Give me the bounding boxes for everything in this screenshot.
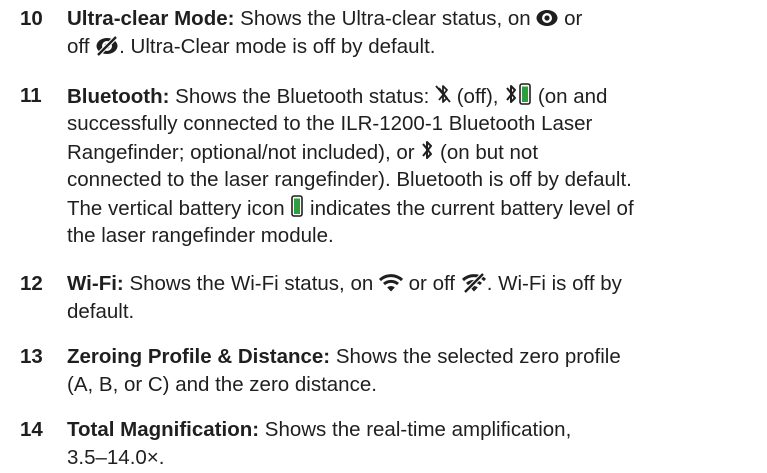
item-text: (on but not: [434, 141, 539, 164]
bluetooth-connected-icon: [504, 82, 532, 106]
item-text: Shows the selected zero profile: [330, 345, 621, 368]
item-line: connected to the laser rangefinder). Blu…: [67, 168, 632, 191]
item-number: 12: [20, 272, 43, 295]
item-text: . Ultra-Clear mode is off by default.: [119, 35, 436, 58]
item-text: or off: [402, 272, 461, 295]
item-text: Shows the Ultra-clear status, on: [234, 7, 537, 30]
item-number: 13: [20, 345, 43, 368]
item-text: or: [558, 7, 583, 30]
item-body: Ultra-clear Mode: Shows the Ultra-clear …: [67, 5, 757, 61]
eye-off-icon: [95, 36, 119, 56]
battery-icon: [290, 194, 304, 218]
eye-icon: [536, 8, 558, 28]
item-term: Bluetooth:: [67, 85, 170, 108]
item-line: successfully connected to the ILR-1200-1…: [67, 112, 593, 135]
item-line: off . Ultra-Clear mode is off by default…: [67, 33, 757, 61]
item-body: Total Magnification: Shows the real-time…: [67, 416, 757, 472]
item-number: 11: [20, 84, 42, 107]
item-term: Total Magnification:: [67, 418, 260, 441]
item-body: Zeroing Profile & Distance: Shows the se…: [67, 343, 757, 399]
item-line: Rangefinder; optional/not included), or …: [67, 138, 757, 166]
item-text: . Wi-Fi is off by: [486, 272, 622, 295]
item-line: Zeroing Profile & Distance: Shows the se…: [67, 343, 757, 371]
item-line: the laser rangefinder module.: [67, 224, 334, 247]
item-number: 14: [20, 418, 43, 441]
item-line: Ultra-clear Mode: Shows the Ultra-clear …: [67, 5, 757, 33]
item-line: (A, B, or C) and the zero distance.: [67, 373, 377, 396]
item-body: Wi-Fi: Shows the Wi-Fi status, on or off…: [67, 270, 757, 326]
item-number: 10: [20, 7, 43, 30]
item-text: Rangefinder; optional/not included), or: [67, 141, 421, 164]
wifi-icon: [378, 273, 403, 293]
bluetooth-off-icon: [435, 82, 451, 106]
item-text: off: [67, 35, 96, 58]
item-term: Zeroing Profile & Distance:: [67, 345, 331, 368]
item-line: Total Magnification: Shows the real-time…: [67, 416, 757, 444]
item-text: Shows the real-time amplification,: [259, 418, 572, 441]
item-text: Shows the Bluetooth status:: [169, 85, 436, 108]
item-text: The vertical battery icon: [67, 197, 291, 220]
item-term: Wi-Fi:: [67, 272, 124, 295]
bluetooth-icon: [420, 138, 434, 162]
item-line: 3.5–14.0×.: [67, 446, 165, 469]
item-term: Ultra-clear Mode:: [67, 7, 235, 30]
item-line: default.: [67, 300, 135, 323]
item-text: (off),: [451, 85, 505, 108]
wifi-off-icon: [461, 273, 487, 293]
item-line: Bluetooth: Shows the Bluetooth status: (…: [67, 82, 757, 110]
item-line: Wi-Fi: Shows the Wi-Fi status, on or off…: [67, 270, 757, 298]
item-text: Shows the Wi-Fi status, on: [123, 272, 379, 295]
item-text: (on and: [532, 85, 608, 108]
item-text: indicates the current battery level of: [304, 197, 634, 220]
item-line: The vertical battery icon indicates the …: [67, 194, 757, 222]
item-body: Bluetooth: Shows the Bluetooth status: (…: [67, 82, 757, 250]
